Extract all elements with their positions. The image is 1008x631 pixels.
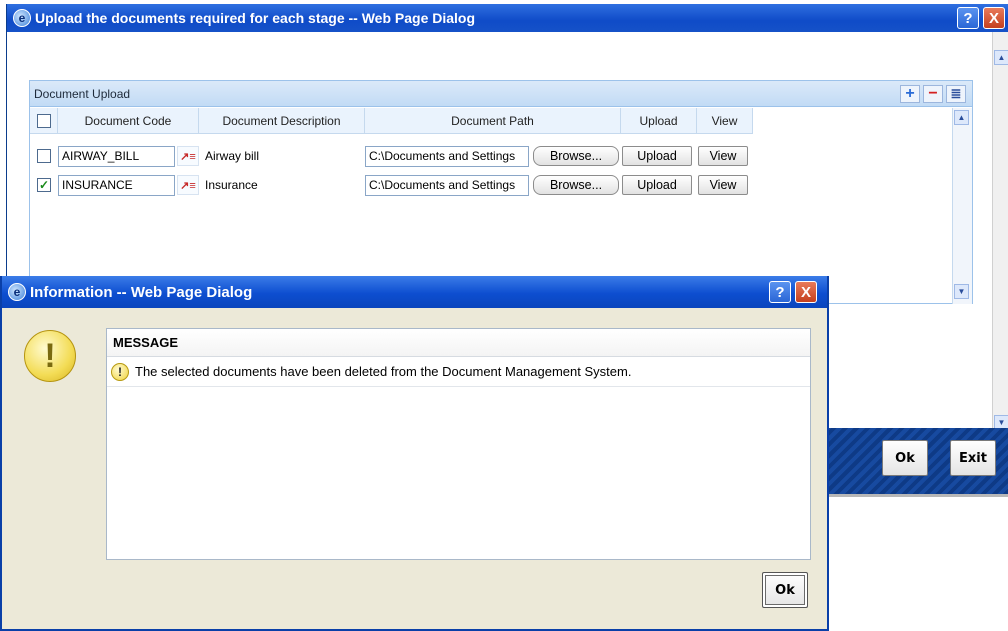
dialog-ok-button[interactable]: Ok bbox=[762, 572, 808, 608]
table-row: AIRWAY_BILL ↗≡ Airway bill C:\Documents … bbox=[30, 142, 748, 170]
ie-icon: e bbox=[13, 9, 31, 27]
col-document-code: Document Code bbox=[58, 108, 199, 133]
ie-icon: e bbox=[8, 283, 26, 301]
document-upload-panel: Document Upload + − ≣ Document Code Docu… bbox=[29, 80, 973, 304]
grid-header-row: Document Code Document Description Docum… bbox=[30, 108, 753, 134]
message-text: The selected documents have been deleted… bbox=[135, 364, 632, 379]
grid-toolbar: + − ≣ bbox=[900, 85, 966, 103]
browse-button[interactable]: Browse... bbox=[533, 146, 619, 166]
scroll-up-icon[interactable]: ▲ bbox=[954, 110, 969, 125]
grid-scrollbar[interactable]: ▲ ▼ bbox=[952, 108, 972, 304]
document-path-input[interactable]: C:\Documents and Settings bbox=[365, 174, 529, 196]
header-select-cell bbox=[30, 108, 58, 133]
scroll-down-icon[interactable]: ▼ bbox=[954, 284, 969, 299]
table-row: ✓ INSURANCE ↗≡ Insurance C:\Documents an… bbox=[30, 171, 748, 199]
message-box: MESSAGE ! The selected documents have be… bbox=[106, 328, 811, 560]
row-checkbox-checked[interactable]: ✓ bbox=[37, 178, 51, 192]
document-code-input[interactable]: AIRWAY_BILL bbox=[58, 145, 175, 167]
col-document-path: Document Path bbox=[365, 108, 621, 133]
upload-button[interactable]: Upload bbox=[622, 146, 692, 166]
document-grid: Document Code Document Description Docum… bbox=[30, 108, 972, 304]
document-code-input[interactable]: INSURANCE bbox=[58, 174, 175, 196]
upload-window-titlebar[interactable]: e Upload the documents required for each… bbox=[7, 4, 1008, 32]
help-button[interactable]: ? bbox=[957, 7, 979, 29]
col-upload: Upload bbox=[621, 108, 697, 133]
warning-small-icon: ! bbox=[111, 362, 129, 381]
info-dialog-body: ! MESSAGE ! The selected documents have … bbox=[2, 308, 827, 629]
list-of-values-icon[interactable]: ↗≡ bbox=[177, 175, 199, 195]
warning-icon: ! bbox=[24, 330, 76, 382]
document-upload-title: Document Upload bbox=[34, 86, 131, 101]
message-line: ! The selected documents have been delet… bbox=[107, 357, 810, 387]
message-heading: MESSAGE bbox=[107, 329, 810, 357]
info-dialog-titlebar[interactable]: e Information -- Web Page Dialog ? X bbox=[2, 276, 827, 308]
add-row-icon[interactable]: + bbox=[900, 85, 920, 103]
document-description-input[interactable]: Airway bill bbox=[201, 145, 363, 167]
browse-button[interactable]: Browse... bbox=[533, 175, 619, 195]
divider bbox=[820, 494, 1008, 497]
window-action-bar: Ok Exit bbox=[820, 428, 1008, 494]
scroll-up-icon[interactable]: ▲ bbox=[994, 50, 1008, 65]
document-description-input[interactable]: Insurance bbox=[201, 174, 363, 196]
col-document-description: Document Description bbox=[199, 108, 365, 133]
single-view-icon[interactable]: ≣ bbox=[946, 85, 966, 103]
view-button[interactable]: View bbox=[698, 175, 748, 195]
view-button[interactable]: View bbox=[698, 146, 748, 166]
info-dialog-title: Information -- Web Page Dialog bbox=[30, 283, 253, 301]
help-button[interactable]: ? bbox=[769, 281, 791, 303]
close-button[interactable]: X bbox=[983, 7, 1005, 29]
window-scrollbar[interactable]: ▲ ▼ bbox=[992, 32, 1008, 432]
ok-button[interactable]: Ok bbox=[882, 440, 928, 476]
exit-button[interactable]: Exit bbox=[950, 440, 996, 476]
col-view: View bbox=[697, 108, 753, 133]
delete-row-icon[interactable]: − bbox=[923, 85, 943, 103]
information-dialog: e Information -- Web Page Dialog ? X ! M… bbox=[0, 276, 829, 631]
upload-window-title: Upload the documents required for each s… bbox=[35, 10, 476, 26]
upload-button[interactable]: Upload bbox=[622, 175, 692, 195]
row-select-cell: ✓ bbox=[30, 178, 58, 192]
list-of-values-icon[interactable]: ↗≡ bbox=[177, 146, 199, 166]
select-all-checkbox[interactable] bbox=[36, 113, 51, 128]
row-checkbox[interactable] bbox=[37, 149, 51, 163]
document-path-input[interactable]: C:\Documents and Settings bbox=[365, 145, 529, 167]
close-button[interactable]: X bbox=[795, 281, 817, 303]
document-upload-header: Document Upload bbox=[30, 81, 972, 107]
row-select-cell bbox=[30, 149, 58, 163]
